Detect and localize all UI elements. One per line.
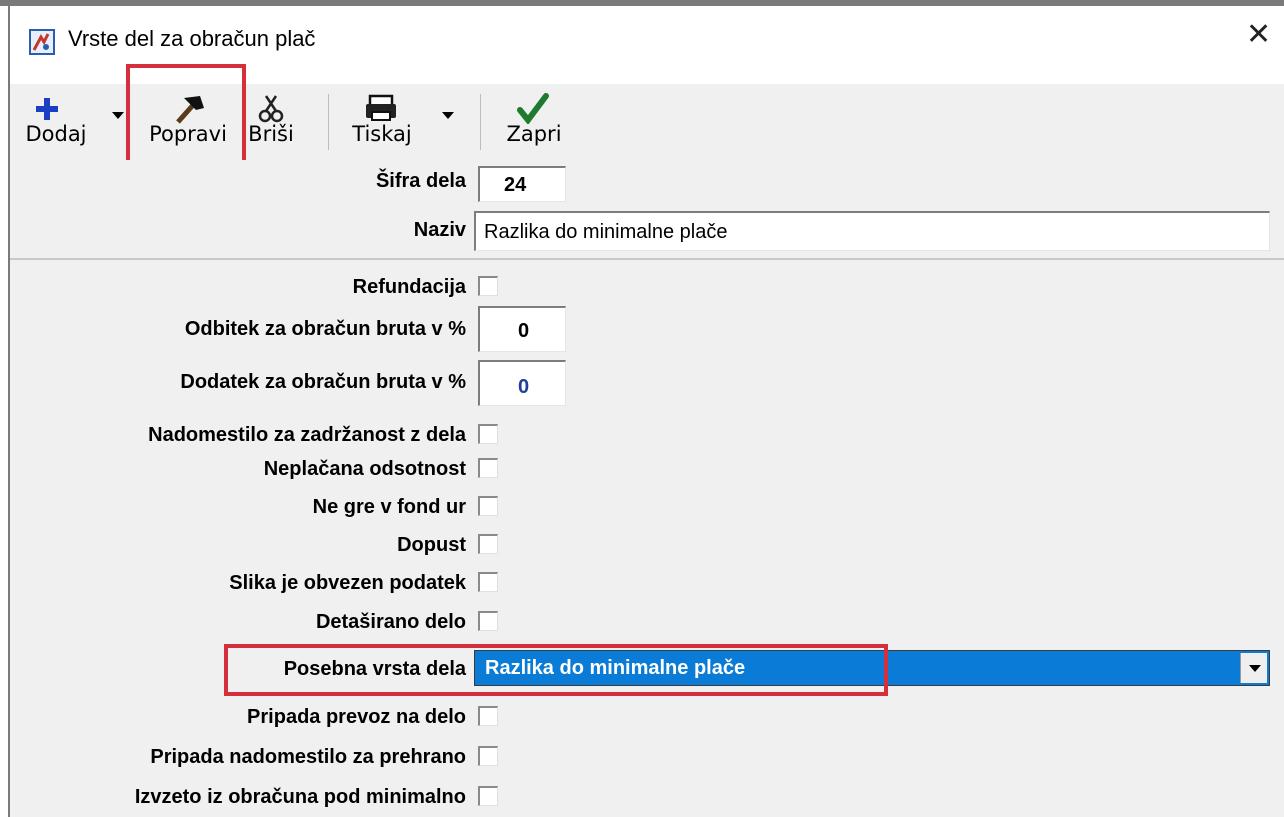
close-icon[interactable]: ✕ xyxy=(1246,20,1271,50)
close-label: Zapri xyxy=(506,122,562,146)
toolbar-separator xyxy=(328,94,329,150)
meal-label: Pripada nadomestilo za prehrano xyxy=(150,746,466,768)
excluded-checkbox[interactable] xyxy=(478,786,498,806)
checkmark-icon xyxy=(517,93,549,124)
addition-value: 0 xyxy=(518,376,530,398)
code-label: Šifra dela xyxy=(375,170,466,192)
unpaid-checkbox[interactable] xyxy=(478,458,498,478)
close-button[interactable]: Zapri xyxy=(492,84,576,160)
add-button[interactable]: Dodaj xyxy=(10,84,102,160)
edit-button-highlight xyxy=(126,64,246,166)
addition-field[interactable]: 0 xyxy=(478,360,566,406)
delete-label: Briši xyxy=(248,122,294,146)
posted-checkbox[interactable] xyxy=(478,611,498,631)
toolbar-separator xyxy=(480,94,481,150)
name-label: Naziv xyxy=(413,219,466,241)
special-type-highlight xyxy=(224,644,888,696)
refund-label: Refundacija xyxy=(352,276,466,298)
printer-icon xyxy=(366,94,396,121)
window-title: Vrste del za obračun plač xyxy=(68,26,316,51)
add-label: Dodaj xyxy=(25,122,87,146)
posted-label: Detaširano delo xyxy=(315,611,466,633)
compensation-checkbox[interactable] xyxy=(478,424,498,444)
print-dropdown-button[interactable] xyxy=(440,84,456,160)
deduction-value: 0 xyxy=(518,320,530,342)
deduction-label: Odbitek za obračun bruta v % xyxy=(184,318,466,340)
code-value: 24 xyxy=(504,174,527,196)
leave-label: Dopust xyxy=(397,534,466,556)
form-divider xyxy=(10,258,1284,260)
name-value: Razlika do minimalne plače xyxy=(484,221,728,243)
chevron-down-icon xyxy=(112,112,124,119)
add-dropdown-button[interactable] xyxy=(110,84,126,160)
unpaid-label: Neplačana odsotnost xyxy=(263,458,466,480)
compensation-label: Nadomestilo za zadržanost z dela xyxy=(148,424,466,446)
app-icon xyxy=(29,29,55,55)
deduction-field[interactable]: 0 xyxy=(478,306,566,352)
code-field[interactable]: 24 xyxy=(478,166,566,202)
meal-checkbox[interactable] xyxy=(478,746,498,766)
print-button[interactable]: Tiskaj xyxy=(338,84,426,160)
addition-label: Dodatek za obračun bruta v % xyxy=(180,371,466,393)
image-required-label: Slika je obvezen podatek xyxy=(229,572,466,594)
scissors-icon xyxy=(258,95,284,123)
chevron-down-icon xyxy=(442,112,454,119)
transport-checkbox[interactable] xyxy=(478,706,498,726)
refund-checkbox[interactable] xyxy=(478,276,498,296)
excluded-label: Izvzeto iz obračuna pod minimalno xyxy=(134,786,466,808)
not-in-fund-label: Ne gre v fond ur xyxy=(312,496,466,518)
plus-icon xyxy=(36,98,58,120)
print-label: Tiskaj xyxy=(352,122,412,146)
image-required-checkbox[interactable] xyxy=(478,572,498,592)
delete-button[interactable]: Briši xyxy=(244,84,298,160)
special-type-dropdown-button[interactable] xyxy=(1240,653,1267,683)
chevron-down-icon xyxy=(1249,665,1261,672)
leave-checkbox[interactable] xyxy=(478,534,498,554)
transport-label: Pripada prevoz na delo xyxy=(247,706,466,728)
name-field[interactable]: Razlika do minimalne plače xyxy=(474,211,1270,251)
not-in-fund-checkbox[interactable] xyxy=(478,496,498,516)
window: Vrste del za obračun plač ✕ Dodaj Poprav… xyxy=(0,0,1284,817)
